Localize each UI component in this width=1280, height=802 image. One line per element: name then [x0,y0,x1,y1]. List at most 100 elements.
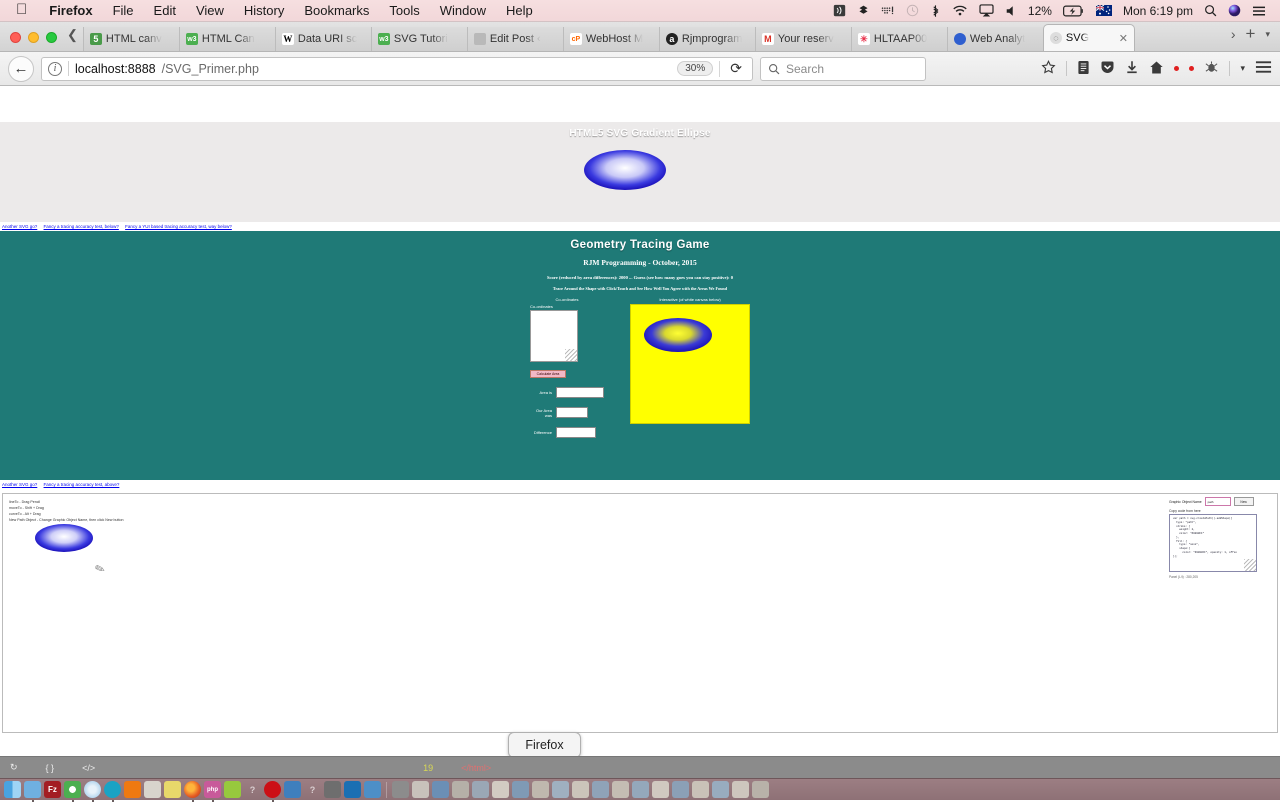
unknown-app-2-icon[interactable]: ? [304,781,321,798]
dropbox-icon[interactable] [857,4,870,17]
interactive-canvas[interactable] [630,304,750,424]
star-icon[interactable] [1041,60,1056,78]
link-tracing-accuracy-above[interactable]: Fancy a tracing accuracy test, above? [44,482,120,487]
menu-item-file[interactable]: File [103,3,144,18]
close-icon[interactable]: ✕ [1119,32,1128,45]
notification-center-icon[interactable] [1252,5,1266,17]
resize-handle[interactable] [565,349,577,361]
menu-item-history[interactable]: History [234,3,294,18]
code-resize-handle[interactable] [1244,559,1256,571]
coordinates-textarea[interactable] [530,310,578,362]
close-window-button[interactable] [10,32,21,43]
tab-webhost-manager[interactable]: cP WebHost M [563,27,659,51]
virtualbox-icon[interactable] [284,781,301,798]
filezilla-icon[interactable]: Fz [44,781,61,798]
new-tab-button[interactable]: + [1246,24,1256,44]
reader-icon[interactable] [1077,60,1090,78]
volume-icon[interactable] [1005,5,1017,17]
url-bar[interactable]: i localhost:8888/SVG_Primer.php 30% ⟳ [41,57,753,81]
airplay-icon[interactable] [979,4,994,17]
dock-app-23-icon[interactable] [452,781,469,798]
menu-item-help[interactable]: Help [496,3,543,18]
android-studio-icon[interactable] [224,781,241,798]
dock-app-22-icon[interactable] [432,781,449,798]
menu-bar-clock[interactable]: Mon 6:19 pm [1123,4,1193,18]
new-button[interactable]: New [1234,497,1254,506]
safari-icon[interactable] [84,781,101,798]
dock-app-34-icon[interactable] [672,781,689,798]
dock-app-36-icon[interactable] [712,781,729,798]
tab-your-reservation[interactable]: M Your reserv [755,27,851,51]
menu-icon[interactable] [1255,60,1272,77]
pencil-icon[interactable]: ✎ [93,561,107,578]
time-machine-icon[interactable] [906,4,919,17]
our-area-was-input[interactable] [556,407,588,418]
dock-app-20-icon[interactable] [392,781,409,798]
tab-svg-tutorial[interactable]: w3 SVG Tutori [371,27,467,51]
tab-scroll-left-icon[interactable]: ❮ [65,27,83,51]
dock-app-28-icon[interactable] [552,781,569,798]
svg-editor-canvas[interactable]: lineTo - Drag Pencil moveTo - Shift + Dr… [2,493,1278,733]
au-flag-icon[interactable] [1096,5,1112,16]
chrome-icon[interactable] [64,781,81,798]
tab-html-canvas-2[interactable]: w3 HTML Can [179,27,275,51]
dock-app-32-icon[interactable] [632,781,649,798]
gradient-ellipse-editor[interactable] [33,522,95,554]
opera-icon[interactable] [264,781,281,798]
dock-app-27-icon[interactable] [532,781,549,798]
pocket-icon[interactable] [1100,60,1115,78]
maximize-window-button[interactable] [46,32,57,43]
spotlight-search-icon[interactable] [1204,4,1217,17]
dock-app-26-icon[interactable] [512,781,529,798]
terminal-icon[interactable] [324,781,341,798]
menu-item-window[interactable]: Window [430,3,496,18]
reload-button[interactable]: ⟳ [726,60,746,77]
dock-app-37-icon[interactable] [732,781,749,798]
link-another-svg-go-2[interactable]: Another SVG go? [2,482,37,487]
dock-app-29-icon[interactable] [572,781,589,798]
menu-item-bookmarks[interactable]: Bookmarks [294,3,379,18]
tab-scroll-right-icon[interactable]: › [1231,26,1236,42]
link-another-svg-go[interactable]: Another SVG go? [2,224,37,229]
download-icon[interactable] [1125,60,1139,78]
window-traffic-lights[interactable] [6,32,65,51]
dock-app-21-icon[interactable] [412,781,429,798]
dock-app-24-icon[interactable] [472,781,489,798]
link-yui-tracing-accuracy[interactable]: Fancy a YUI based tracing accuracy test,… [125,224,232,229]
tab-html-canvas-1[interactable]: 5 HTML canv [83,27,179,51]
battery-charging-icon[interactable] [1063,5,1085,17]
firebug-icon[interactable] [1204,60,1219,77]
unknown-app-icon[interactable]: ? [244,781,261,798]
dock-app-35-icon[interactable] [692,781,709,798]
tab-edit-post[interactable]: Edit Post ‹ [467,27,563,51]
apple-icon[interactable]:  [6,2,39,19]
dock-app-25-icon[interactable] [492,781,509,798]
vlc-icon[interactable] [124,781,141,798]
finder-icon[interactable] [4,781,21,798]
minimize-window-button[interactable] [28,32,39,43]
tab-rjmprogramming[interactable]: a Rjmprogram [659,27,755,51]
airplay-audio-icon[interactable] [833,4,846,17]
calculate-area-button[interactable]: Calculate Area [530,370,566,378]
back-button[interactable]: ← [8,56,34,82]
tab-web-analytics[interactable]: Web Analyt [947,27,1043,51]
code-textarea[interactable]: var path = svg.createPath().addShape({ t… [1169,514,1257,572]
menu-item-firefox[interactable]: Firefox [39,3,102,18]
area-is-input[interactable] [556,387,604,398]
blueprint-icon[interactable] [364,781,381,798]
zoom-level-badge[interactable]: 30% [677,61,713,76]
dock-app-30-icon[interactable] [592,781,609,798]
trash-icon[interactable] [752,781,769,798]
menu-item-tools[interactable]: Tools [379,3,429,18]
tab-data-uri-scheme[interactable]: W Data URI sc [275,27,371,51]
opera-neon-icon[interactable] [104,781,121,798]
bluetooth-icon[interactable] [930,4,941,18]
dock-app-33-icon[interactable] [652,781,669,798]
preview-icon[interactable] [24,781,41,798]
home-icon[interactable] [1149,60,1164,78]
shortcat-grid-icon[interactable] [881,4,895,17]
package-icon[interactable] [144,781,161,798]
firefox-icon[interactable] [184,781,201,798]
graphic-object-name-input[interactable]: path [1205,497,1231,506]
search-bar[interactable]: Search [760,57,926,81]
